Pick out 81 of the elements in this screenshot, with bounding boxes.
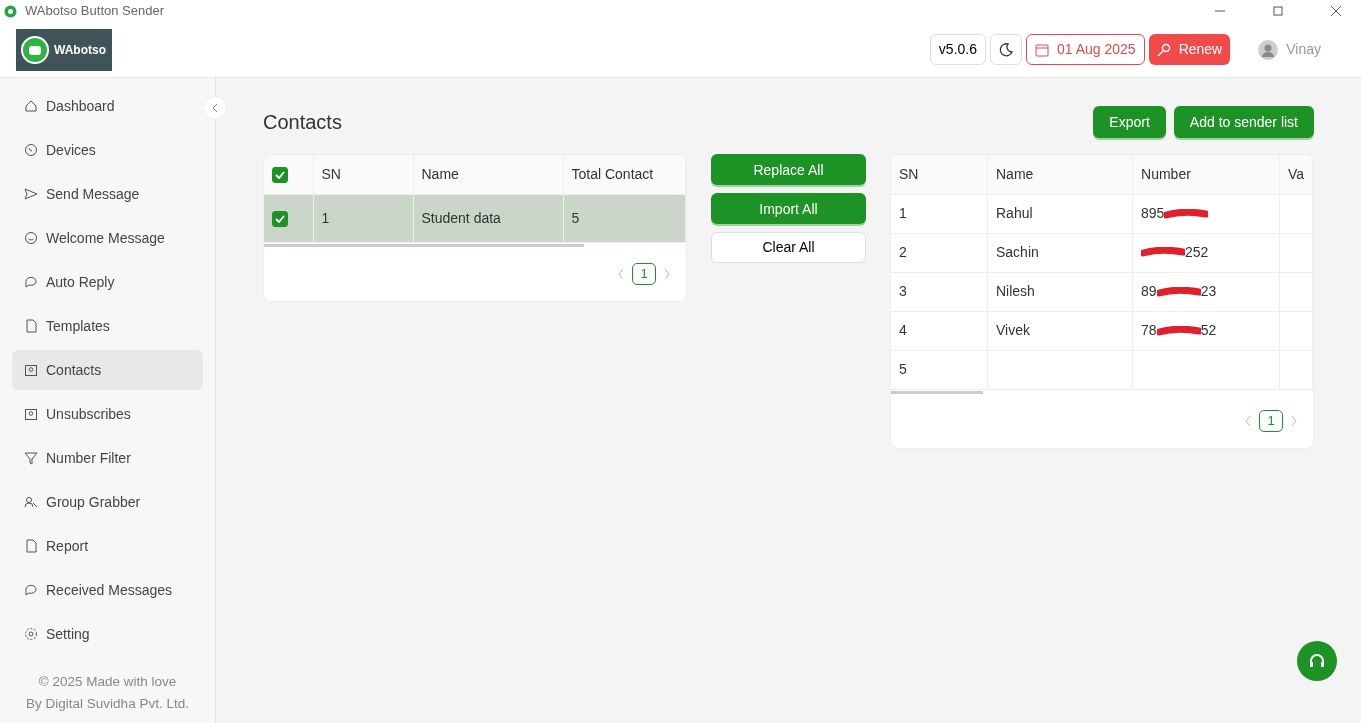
table-cell: 5 [891,350,988,389]
checkbox[interactable] [272,166,288,183]
window-title: WAbotso Button Sender [25,2,164,21]
footer-text: By Digital Suvidha Pvt. Ltd. [25,695,190,713]
table-cell: 3 [891,272,988,311]
page-title: Contacts [263,110,342,134]
version-button[interactable]: v5.0.6 [929,34,986,65]
table-cell: 4 [891,311,988,350]
next-page-icon[interactable] [664,268,670,279]
sidebar-item[interactable]: Report [12,526,203,566]
person-icon [24,495,38,509]
table-cell: 5 [563,194,686,242]
filter-icon [24,451,38,465]
sidebar-item[interactable]: Send Message [12,174,203,214]
table-cell: Rahul [987,194,1133,233]
column-header: Va [1279,155,1313,194]
table-cell: 2 [891,233,988,272]
column-header: Name [413,155,563,194]
sidebar-item[interactable]: Setting [12,614,203,654]
app-logo: WAbotso [16,28,112,71]
sidebar-item[interactable]: Unsubscribes [12,394,203,434]
table-cell: Student data [413,194,563,242]
check-icon [275,170,285,179]
action-button[interactable]: Replace All [711,154,866,185]
checkbox[interactable] [272,210,288,227]
calendar-icon [1035,42,1049,57]
sidebar-item[interactable]: Contacts [12,350,203,390]
chat-bubble-icon [24,275,38,289]
expiry-date-button[interactable]: 01 Aug 2025 [1026,34,1145,65]
sidebar-item[interactable]: Templates [12,306,203,346]
column-header: Number [1132,155,1280,194]
headset-icon [1308,652,1326,670]
close-icon[interactable] [1331,6,1341,16]
sidebar-item[interactable]: Welcome Message [12,218,203,258]
chat-bubble-icon [24,583,38,597]
phone-number: 89 23 [1141,282,1217,301]
column-header: SN [313,155,413,194]
phone-number: 252 [1141,241,1209,263]
sidebar-item[interactable]: Auto Reply [12,262,203,302]
action-button[interactable]: Import All [711,193,866,224]
contact-card-icon [24,363,38,377]
document-icon [24,539,38,553]
footer-text: © 2025 Made with love [37,673,178,691]
sidebar-item[interactable]: Received Messages [12,570,203,610]
home-icon [24,99,38,113]
renew-button[interactable]: Renew [1148,34,1231,65]
action-button[interactable]: Clear All [711,232,866,263]
page-number[interactable]: 1 [632,262,656,285]
support-button[interactable] [1297,641,1337,681]
column-header: SN [891,155,988,194]
action-button[interactable]: Add to sender list [1173,106,1314,138]
maximize-icon[interactable] [1273,6,1283,16]
table-cell: 1 [891,194,988,233]
moon-icon [999,43,1013,58]
document-icon [24,319,38,333]
settings-icon [24,627,38,641]
app-icon [4,4,17,18]
send-icon [24,187,38,201]
theme-toggle-button[interactable] [990,34,1022,65]
avatar-icon[interactable] [1258,39,1279,60]
check-icon [275,214,285,223]
action-button[interactable]: Export [1093,106,1166,138]
page-number[interactable]: 1 [1259,409,1283,432]
table-cell: Vivek [987,311,1133,350]
column-header: Total Contact [563,155,686,194]
next-page-icon[interactable] [1291,415,1297,426]
sidebar-item[interactable]: Dashboard [12,86,203,126]
table-cell: Sachin [987,233,1133,272]
table-cell: 1 [313,194,413,242]
previous-page-icon[interactable] [618,268,624,279]
sidebar-item[interactable]: Devices [12,130,203,170]
previous-page-icon[interactable] [1245,415,1251,426]
phone-number: 78 52 [1141,321,1217,340]
sidebar-item[interactable]: Group Grabber [12,482,203,522]
smiley-icon [24,231,38,245]
chevron-left-icon [212,104,218,112]
table-cell: Nilesh [987,272,1133,311]
column-header: Name [987,155,1133,194]
phone-number: 895 [1141,203,1209,224]
sidebar-item[interactable]: Number Filter [12,438,203,478]
contact-card-icon [24,407,38,421]
